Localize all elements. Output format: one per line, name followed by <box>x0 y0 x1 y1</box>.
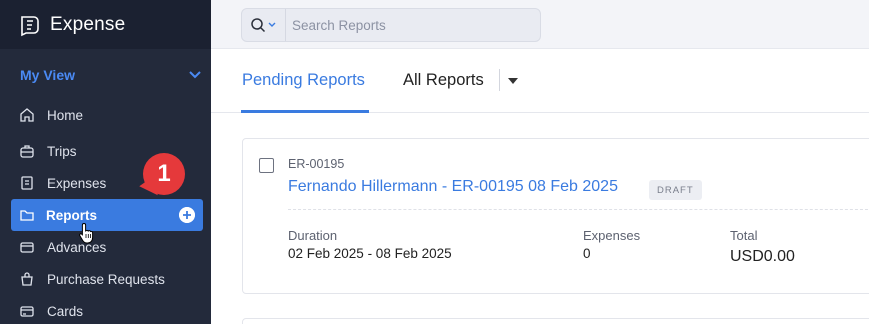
bag-icon <box>21 272 33 286</box>
report-tabs: Pending Reports All Reports <box>211 49 869 113</box>
caret-down-icon[interactable] <box>508 78 518 84</box>
sidebar-item-label: Home <box>47 107 84 123</box>
my-view-toggle[interactable]: My View <box>0 49 211 101</box>
tab-divider <box>499 69 500 91</box>
search-input[interactable] <box>286 17 526 33</box>
search-box[interactable] <box>241 8 541 42</box>
step-badge: 1 <box>143 153 185 195</box>
duration-value: 02 Feb 2025 - 08 Feb 2025 <box>288 246 452 261</box>
receipt-icon <box>21 176 33 190</box>
expense-logo-icon <box>21 15 39 36</box>
sidebar-item-advances[interactable]: Advances <box>0 231 211 263</box>
sidebar-item-label: Reports <box>46 207 98 223</box>
search-filter-toggle[interactable] <box>242 9 286 41</box>
sidebar-item-label: Trips <box>47 143 77 159</box>
search-icon <box>250 18 275 33</box>
my-view-label: My View <box>20 67 75 83</box>
total-label: Total <box>730 228 758 243</box>
sidebar-item-reports[interactable]: Reports <box>11 199 203 231</box>
report-card-next[interactable] <box>242 318 869 324</box>
hand-cursor-icon <box>79 222 94 244</box>
home-icon <box>20 108 34 122</box>
duration-label: Duration <box>288 228 338 243</box>
tab-pending-reports[interactable]: Pending Reports <box>242 71 365 90</box>
sidebar-item-cards[interactable]: Cards <box>0 295 211 324</box>
app-brand[interactable]: Expense <box>0 0 211 49</box>
sidebar-item-purchase-requests[interactable]: Purchase Requests <box>0 263 211 295</box>
expenses-label: Expenses <box>583 228 641 243</box>
app-name: Expense <box>50 13 126 35</box>
sidebar-item-label: Expenses <box>47 175 107 191</box>
top-bar <box>211 0 869 49</box>
suitcase-icon <box>20 145 34 158</box>
sidebar-item-label: Purchase Requests <box>47 271 165 287</box>
card-icon <box>20 306 34 317</box>
chevron-down-icon <box>189 71 201 79</box>
folder-icon <box>20 210 34 221</box>
report-checkbox[interactable] <box>259 158 274 173</box>
status-badge: DRAFT <box>649 180 702 200</box>
active-tab-indicator <box>241 110 369 113</box>
report-title-link[interactable]: Fernando Hillermann - ER-00195 08 Feb 20… <box>288 178 618 196</box>
total-amount: USD0.00 <box>730 248 795 265</box>
add-report-icon[interactable] <box>179 207 195 223</box>
divider <box>288 209 869 210</box>
advance-icon <box>20 242 34 253</box>
expenses-count: 0 <box>583 246 591 261</box>
sidebar-item-label: Cards <box>47 303 84 319</box>
sidebar-item-label: Advances <box>47 239 107 255</box>
tab-all-reports[interactable]: All Reports <box>403 71 484 90</box>
report-id: ER-00195 <box>288 157 345 171</box>
sidebar-item-home[interactable]: Home <box>0 99 211 131</box>
report-card[interactable]: ER-00195 Fernando Hillermann - ER-00195 … <box>242 138 869 294</box>
